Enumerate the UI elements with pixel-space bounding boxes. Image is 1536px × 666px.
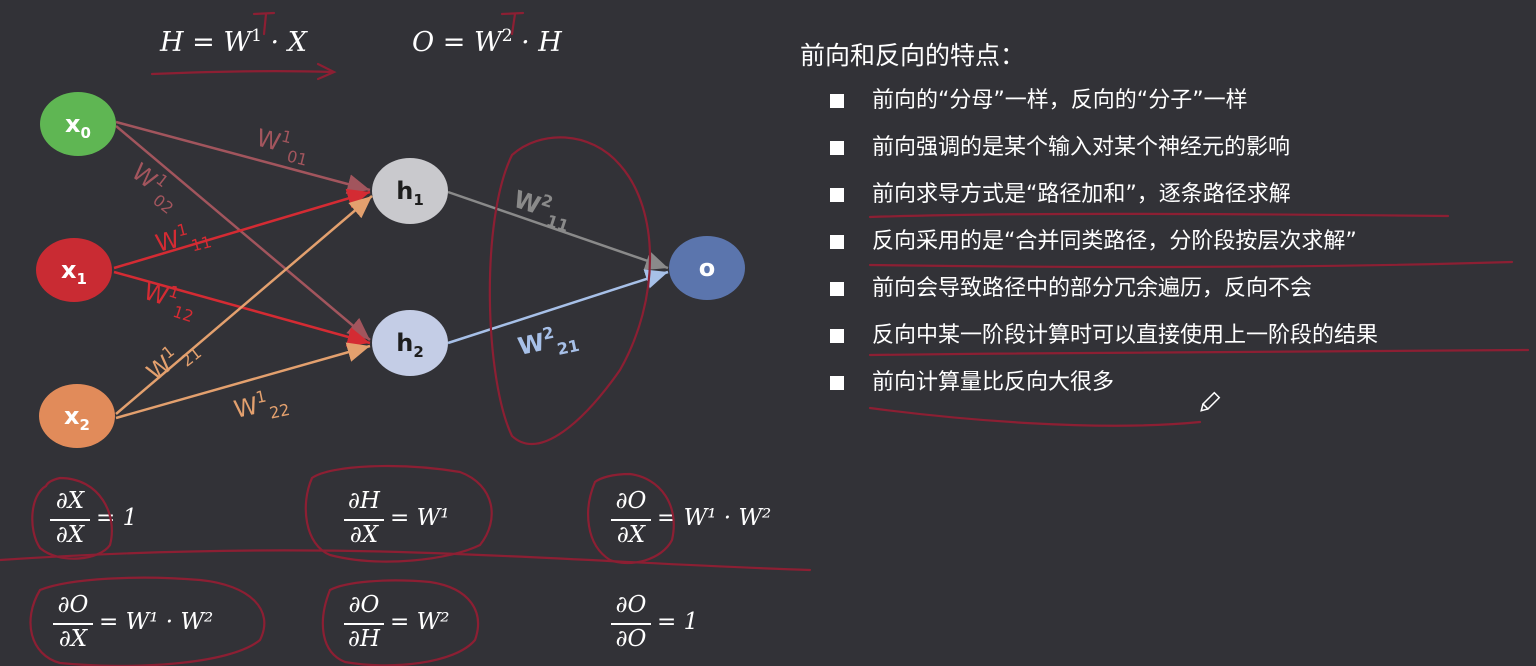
- derivative-denominator: ∂X: [55, 522, 85, 548]
- list-item: 前向计算量比反向大很多: [830, 368, 1530, 415]
- derivative-result: = W¹ · W²: [99, 609, 214, 635]
- derivative-numerator: ∂O: [615, 592, 647, 618]
- list-item-text: 前向求导方式是“路径加和”，逐条路径求解: [872, 182, 1291, 207]
- bullet-square-icon: [830, 141, 844, 155]
- node-h1: h1: [372, 158, 448, 224]
- derivative-numerator: ∂O: [57, 592, 89, 618]
- list-item: 前向会导致路径中的部分冗余遍历，反向不会: [830, 274, 1530, 321]
- derivative-numerator: ∂X: [55, 488, 85, 514]
- derivative-denominator: ∂X: [616, 522, 646, 548]
- fraction-bar: [344, 519, 384, 521]
- list-item-text: 前向会导致路径中的部分冗余遍历，反向不会: [872, 276, 1313, 301]
- node-o: o: [669, 236, 745, 300]
- edge-label-w2-11: W211: [508, 182, 576, 236]
- annotation-separator-line: [0, 549, 812, 572]
- list-item: 反向中某一阶段计算时可以直接使用上一阶段的结果: [830, 321, 1530, 368]
- derivative-result: = 1: [657, 609, 699, 635]
- bullet-square-icon: [830, 94, 844, 108]
- list-item-text: 反向中某一阶段计算时可以直接使用上一阶段的结果: [872, 323, 1379, 348]
- derivative-denominator: ∂H: [348, 626, 380, 652]
- list-item-text: 前向计算量比反向大很多: [872, 370, 1115, 395]
- derivative-denominator: ∂X: [58, 626, 88, 652]
- node-x2: x2: [39, 384, 115, 448]
- derivative-numerator: ∂O: [615, 488, 647, 514]
- fraction-bar: [344, 623, 384, 625]
- list-item: 反向采用的是“合并同类路径，分阶段按层次求解”: [830, 227, 1530, 274]
- fraction-bar: [611, 519, 651, 521]
- node-x1: x1: [36, 238, 112, 302]
- fraction-bar: [53, 623, 93, 625]
- edge-label-w1-01: W101: [252, 121, 314, 170]
- edge-label-w1-11: W111: [152, 215, 214, 264]
- edge-h2-o: [447, 269, 669, 345]
- bullet-square-icon: [830, 376, 844, 390]
- list-item-text: 前向强调的是某个输入对某个神经元的影响: [872, 135, 1291, 160]
- derivative-denominator: ∂O: [615, 626, 647, 652]
- edge-label-w1-02: W102: [123, 155, 189, 218]
- list-item: 前向强调的是某个输入对某个神经元的影响: [830, 133, 1530, 180]
- derivative-denominator: ∂X: [349, 522, 379, 548]
- neural-network-diagram: W101 W102 W111 W112 W121 W122 W211 W221 …: [36, 92, 745, 448]
- list-item-text: 反向采用的是“合并同类路径，分阶段按层次求解”: [872, 229, 1357, 254]
- svg-text:o: o: [699, 254, 716, 282]
- edge-label-w1-12: W112: [138, 274, 201, 326]
- derivative-numerator: ∂H: [348, 488, 380, 514]
- derivative-numerator: ∂O: [348, 592, 380, 618]
- derivative-result: = W¹ · W²: [657, 505, 772, 531]
- bullet-square-icon: [830, 235, 844, 249]
- bullet-square-icon: [830, 329, 844, 343]
- fraction-bar: [611, 623, 651, 625]
- derivative-result: = W²: [390, 609, 450, 635]
- derivative-result: = W¹: [390, 505, 450, 531]
- features-panel: 前向和反向的特点： 前向的“分母”一样，反向的“分子”一样 前向强调的是某个输入…: [800, 36, 1530, 415]
- edge-label-w1-22: W122: [231, 382, 292, 429]
- node-x0: x0: [40, 92, 116, 156]
- features-list: 前向的“分母”一样，反向的“分子”一样 前向强调的是某个输入对某个神经元的影响 …: [800, 86, 1530, 415]
- list-item: 前向求导方式是“路径加和”，逐条路径求解: [830, 180, 1530, 227]
- bullet-square-icon: [830, 188, 844, 202]
- list-item-text: 前向的“分母”一样，反向的“分子”一样: [872, 88, 1248, 113]
- bullet-square-icon: [830, 282, 844, 296]
- node-h2: h2: [372, 310, 448, 376]
- edge-label-w2-21: W221: [515, 318, 581, 367]
- list-item: 前向的“分母”一样，反向的“分子”一样: [830, 86, 1530, 133]
- features-title: 前向和反向的特点：: [800, 41, 1026, 70]
- edge-label-w1-21: W121: [140, 329, 206, 392]
- derivative-result: = 1: [96, 505, 138, 531]
- fraction-bar: [50, 519, 90, 521]
